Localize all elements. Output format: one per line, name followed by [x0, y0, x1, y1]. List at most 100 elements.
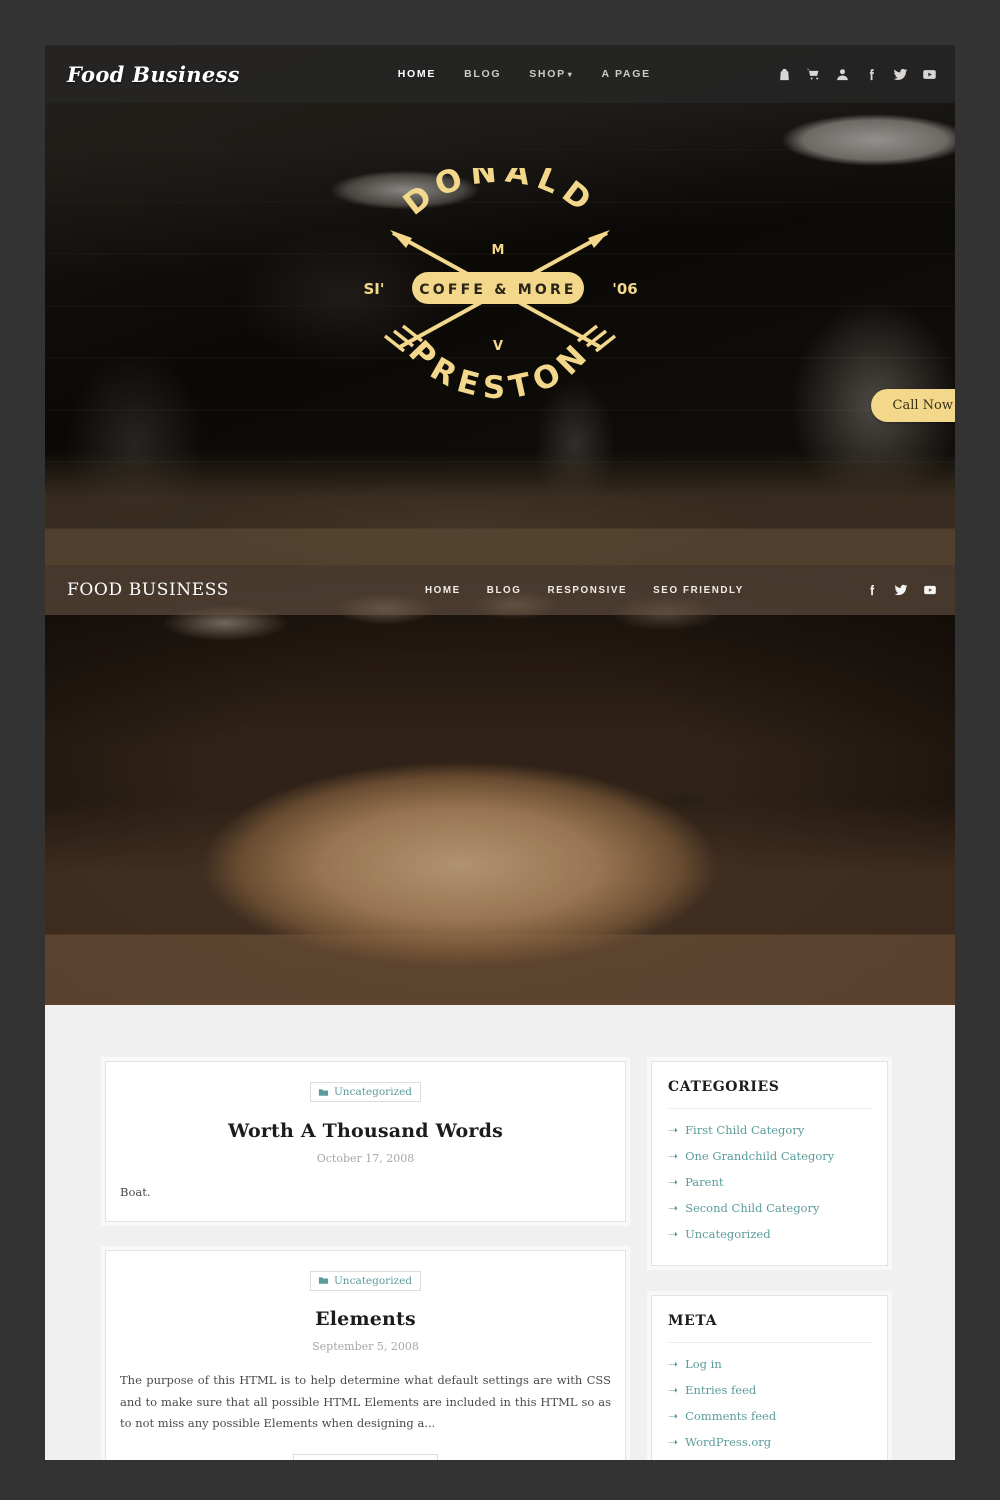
arrow-right-icon: ➝ — [668, 1435, 679, 1449]
youtube-icon[interactable] — [922, 67, 937, 82]
post-list: Uncategorized Worth A Thousand Words Oct… — [101, 1057, 630, 1460]
hero-cafe-section: Food Business HOME BLOG SHOP ▾ A PAGE DO… — [45, 45, 955, 565]
hero-pizza-section: FOOD BUSINESS HOME BLOG RESPONSIVE SEO F… — [45, 565, 955, 1005]
post-category-wrap: Uncategorized — [118, 1082, 613, 1103]
pizza-background-photo — [45, 565, 955, 1005]
nav-label: HOME — [424, 584, 461, 596]
nav-label: SHOP — [529, 68, 566, 80]
sidebar-link-one-grandchild-category[interactable]: ➝ One Grandchild Category — [668, 1149, 834, 1163]
arrow-right-icon: ➝ — [668, 1383, 679, 1397]
primary-header: Food Business HOME BLOG SHOP ▾ A PAGE — [45, 45, 955, 103]
nav2-item-home[interactable]: HOME — [425, 585, 461, 596]
secondary-header-icons — [865, 565, 937, 615]
arrow-right-icon: ➝ — [668, 1175, 679, 1189]
emblem-right-mark: '06 — [612, 280, 637, 298]
arrow-right-icon: ➝ — [668, 1409, 679, 1423]
widget-title: META — [668, 1313, 871, 1343]
link-label: Entries feed — [685, 1383, 757, 1397]
nav-label: HOME — [397, 68, 437, 80]
sidebar-link-entries-feed[interactable]: ➝ Entries feed — [668, 1383, 756, 1397]
post-excerpt: The purpose of this HTML is to help dete… — [120, 1373, 611, 1430]
link-label: Parent — [685, 1175, 724, 1189]
sidebar-link-log-in[interactable]: ➝ Log in — [668, 1357, 722, 1371]
primary-nav: HOME BLOG SHOP ▾ A PAGE — [398, 68, 651, 80]
youtube-icon[interactable] — [923, 583, 937, 597]
post-date: October 17, 2008 — [316, 1151, 415, 1165]
blog-content-area: Uncategorized Worth A Thousand Words Oct… — [45, 1005, 955, 1460]
category-label: Uncategorized — [333, 1274, 413, 1287]
site-brand-script[interactable]: Food Business — [67, 62, 240, 87]
nav-label: RESPONSIVE — [547, 584, 628, 596]
nav-label: BLOG — [486, 584, 522, 596]
link-label: WordPress.org — [685, 1435, 772, 1449]
call-now-button[interactable]: Call Now — [870, 389, 955, 422]
post-title[interactable]: Worth A Thousand Words — [118, 1120, 613, 1142]
link-label: First Child Category — [685, 1123, 805, 1137]
sidebar-link-first-child-category[interactable]: ➝ First Child Category — [668, 1123, 804, 1137]
shopping-bag-icon[interactable] — [777, 67, 792, 82]
nav-item-a-page[interactable]: A PAGE — [602, 68, 651, 80]
twitter-icon[interactable] — [893, 67, 908, 82]
sidebar-link-wordpress-org[interactable]: ➝ WordPress.org — [668, 1435, 771, 1449]
link-label: Log in — [685, 1357, 722, 1371]
shopping-cart-icon[interactable] — [806, 67, 821, 82]
nav-item-blog[interactable]: BLOG — [464, 68, 501, 80]
nav2-item-responsive[interactable]: RESPONSIVE — [547, 585, 627, 596]
nav-item-shop[interactable]: SHOP ▾ — [529, 68, 573, 80]
sidebar-link-second-child-category[interactable]: ➝ Second Child Category — [668, 1201, 819, 1215]
list-item: ➝ Comments feed — [668, 1403, 871, 1429]
arrow-right-icon: ➝ — [668, 1227, 679, 1241]
list-item: ➝ Log in — [668, 1351, 871, 1377]
primary-header-icons — [777, 45, 937, 103]
continue-reading-button[interactable]: Continue reading... — [293, 1454, 438, 1460]
sidebar-link-parent[interactable]: ➝ Parent — [668, 1175, 723, 1189]
arrow-right-icon: ➝ — [668, 1357, 679, 1371]
emblem-left-mark: SI' — [364, 280, 385, 298]
link-label: Uncategorized — [685, 1227, 771, 1241]
post-card: Uncategorized Elements September 5, 2008… — [101, 1245, 630, 1460]
post-category-badge[interactable]: Uncategorized — [309, 1270, 422, 1291]
nav-label: SEO FRIENDLY — [653, 584, 744, 596]
secondary-nav: HOME BLOG RESPONSIVE SEO FRIENDLY — [425, 585, 744, 596]
nav2-item-blog[interactable]: BLOG — [487, 585, 522, 596]
post-date: September 5, 2008 — [312, 1340, 419, 1354]
folder-icon — [318, 1088, 329, 1096]
nav2-item-seo-friendly[interactable]: SEO FRIENDLY — [653, 585, 744, 596]
site-brand-serif[interactable]: FOOD BUSINESS — [67, 580, 229, 600]
meta-list: ➝ Log in ➝ Entries feed ➝ Comments feed ➝ Wo… — [668, 1351, 871, 1455]
category-label: Uncategorized — [333, 1086, 413, 1098]
list-item: ➝ Uncategorized — [668, 1221, 871, 1247]
emblem-pill-label: COFFE & MORE — [419, 282, 576, 298]
arrow-right-icon: ➝ — [668, 1149, 679, 1163]
facebook-icon[interactable] — [865, 583, 879, 597]
user-icon[interactable] — [835, 67, 850, 82]
folder-icon — [318, 1277, 329, 1284]
emblem-top-arc-text: DONALD — [397, 168, 603, 223]
sidebar: CATEGORIES ➝ First Child Category ➝ One Gr… — [647, 1057, 892, 1460]
list-item: ➝ Parent — [668, 1169, 871, 1195]
post-category-badge[interactable]: Uncategorized — [309, 1082, 422, 1102]
link-label: One Grandchild Category — [685, 1149, 835, 1163]
widget-categories: CATEGORIES ➝ First Child Category ➝ One Gr… — [647, 1057, 892, 1270]
sidebar-link-comments-feed[interactable]: ➝ Comments feed — [668, 1409, 776, 1423]
post-excerpt: Boat. — [120, 1184, 151, 1199]
post-title[interactable]: Elements — [118, 1308, 613, 1330]
list-item: ➝ First Child Category — [668, 1117, 871, 1143]
list-item: ➝ Second Child Category — [668, 1195, 871, 1221]
continue-reading-wrap: Continue reading... — [118, 1454, 613, 1460]
chevron-down-icon: ▾ — [567, 70, 574, 79]
arrow-right-icon: ➝ — [668, 1201, 679, 1215]
sidebar-link-uncategorized[interactable]: ➝ Uncategorized — [668, 1227, 771, 1241]
arrow-right-icon: ➝ — [668, 1123, 679, 1137]
donald-preston-emblem: DONALD PRESTON COFFE & MORE SI' '06 M V — [350, 168, 650, 408]
link-label: Second Child Category — [685, 1201, 820, 1215]
list-item: ➝ WordPress.org — [668, 1429, 871, 1455]
emblem-bottom-initial: V — [493, 339, 503, 354]
site-frame: Food Business HOME BLOG SHOP ▾ A PAGE DO… — [45, 45, 955, 1460]
post-category-wrap: Uncategorized — [118, 1270, 613, 1292]
widget-title: CATEGORIES — [668, 1079, 871, 1109]
nav-item-home[interactable]: HOME — [398, 68, 436, 80]
facebook-icon[interactable] — [864, 67, 879, 82]
emblem-top-initial: M — [492, 243, 505, 258]
twitter-icon[interactable] — [894, 583, 908, 597]
